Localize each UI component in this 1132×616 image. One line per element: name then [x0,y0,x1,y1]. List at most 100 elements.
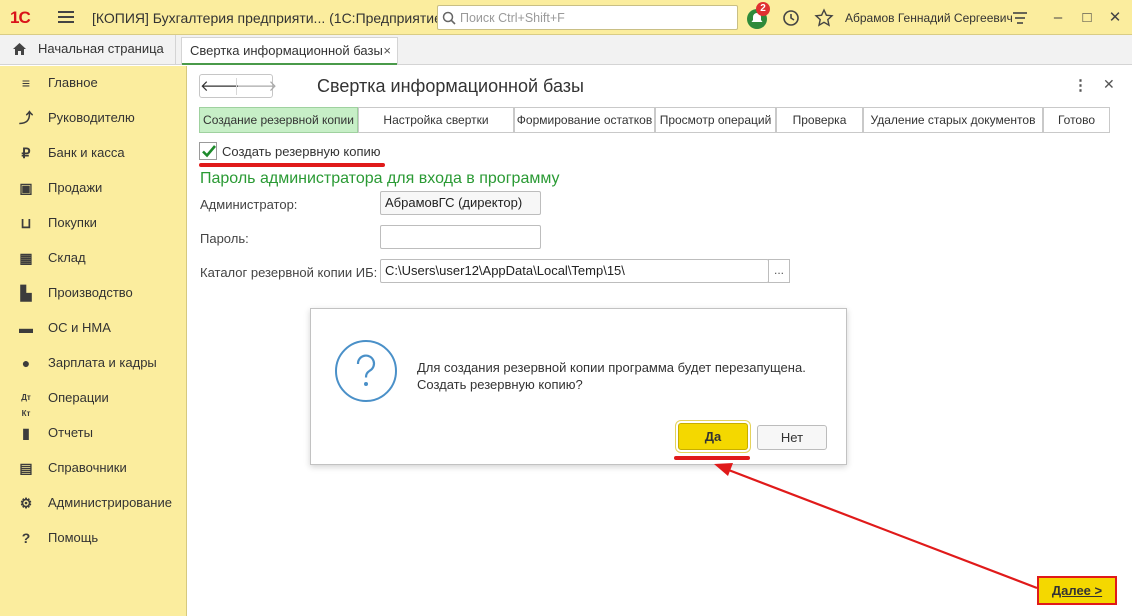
cart-icon: ⊔ [20,215,32,231]
sidebar-item-bank[interactable]: ₽ Банк и касса [0,136,186,171]
sidebar-item-label: Отчеты [48,425,93,440]
title-bar: 1С [КОПИЯ] Бухгалтерия предприяти... (1С… [0,0,1132,35]
next-button[interactable]: Далее > [1037,576,1117,605]
bar-chart-icon: ▮ [22,425,30,441]
gear-icon: ⚙ [19,495,33,511]
tab-rollup[interactable]: Свертка информационной базы × [181,37,398,65]
sidebar-item-label: Помощь [48,530,99,545]
sidebar-item-manager[interactable]: ⤴ Руководителю [0,101,186,136]
sidebar: ≡ Главное ⤴ Руководителю ₽ Банк и касса … [0,66,187,616]
sidebar-item-operations[interactable]: Дт Кт Операции [0,381,186,418]
step-check[interactable]: Проверка [776,107,863,133]
sidebar-item-label: Склад [48,250,86,265]
step-settings[interactable]: Настройка свертки [358,107,514,133]
sidebar-item-label: Администрирование [48,495,172,510]
history-icon[interactable] [781,8,801,28]
app-logo[interactable]: 1С [10,8,31,28]
highlight-underline [199,163,385,167]
ruble-icon: ₽ [21,145,31,161]
back-arrow-icon[interactable]: 🡐 [200,76,240,98]
admin-field[interactable]: АбрамовГС (директор) [380,191,541,215]
question-icon: ? [21,530,31,546]
bag-icon: ▣ [19,180,33,196]
backup-dir-label: Каталог резервной копии ИБ: [200,265,378,280]
sidebar-item-label: Производство [48,285,133,300]
tab-rollup-label: Свертка информационной базы [190,43,383,58]
forward-arrow-icon[interactable]: 🡒 [237,76,277,98]
search-icon [442,11,456,25]
trend-icon: ⤴ [19,110,33,126]
yes-button[interactable]: Да [678,423,748,450]
user-name[interactable]: Абрамов Геннадий Сергеевич [845,11,1013,25]
tab-close-icon[interactable]: × [383,38,391,64]
tabs-bar: Начальная страница Свертка информационно… [0,35,1132,65]
browse-button[interactable]: ... [768,259,790,283]
history-nav: 🡐 🡒 [199,74,277,98]
highlight-underline [674,456,750,460]
page-title: Свертка информационной базы [317,76,584,96]
search-placeholder: Поиск Ctrl+Shift+F [460,11,565,25]
sidebar-item-warehouse[interactable]: ▦ Склад [0,241,186,276]
sidebar-item-label: Главное [48,75,98,90]
warehouse-icon: ▦ [19,250,33,266]
sidebar-item-production[interactable]: ▙ Производство [0,276,186,311]
backup-dir-field[interactable]: C:\Users\user12\AppData\Local\Temp\15\ [380,259,769,283]
tab-home[interactable]: Начальная страница [0,35,176,64]
dialog-message-line2: Создать резервную копию? [417,377,583,392]
admin-label: Администратор: [200,197,298,212]
sidebar-item-label: Зарплата и кадры [48,355,157,370]
notifications-badge: 2 [756,2,770,16]
person-icon: ● [21,355,31,371]
step-review[interactable]: Просмотр операций [655,107,776,133]
password-section-title: Пароль администратора для входа в програ… [200,170,560,187]
menu-icon: ≡ [21,75,31,91]
factory-icon: ▙ [20,285,32,301]
search-input[interactable]: Поиск Ctrl+Shift+F [437,5,738,30]
sidebar-item-sales[interactable]: ▣ Продажи [0,171,186,206]
step-backup[interactable]: Создание резервной копии [199,107,358,133]
main-menu-icon[interactable] [58,11,74,24]
step-balances[interactable]: Формирование остатков [514,107,655,133]
sidebar-item-main[interactable]: ≡ Главное [0,66,186,101]
dt-kt-icon: Дт Кт [21,393,31,418]
window-title: [КОПИЯ] Бухгалтерия предприяти... (1С:Пр… [92,10,447,26]
checkmark-icon [202,145,216,158]
truck-icon: ▬ [19,320,33,336]
confirm-dialog: Для создания резервной копии программа б… [310,308,847,465]
sidebar-item-assets[interactable]: ▬ ОС и НМА [0,311,186,346]
sidebar-item-purchases[interactable]: ⊔ Покупки [0,206,186,241]
more-options-icon[interactable]: ⋮ [1073,76,1088,94]
books-icon: ▤ [19,460,33,476]
sidebar-item-label: Операции [48,390,109,405]
sidebar-item-label: Справочники [48,460,127,475]
sidebar-item-references[interactable]: ▤ Справочники [0,451,186,486]
minimize-button[interactable]: – [1048,8,1068,28]
question-icon [335,340,397,402]
sidebar-item-label: Банк и касса [48,145,125,160]
sidebar-item-label: Руководителю [48,110,135,125]
sidebar-item-label: Покупки [48,215,97,230]
no-button[interactable]: Нет [757,425,827,450]
close-window-button[interactable]: ✕ [1105,8,1125,28]
star-icon[interactable] [814,8,834,28]
home-icon [13,43,26,55]
settings-menu-icon[interactable] [1010,8,1030,28]
sidebar-item-reports[interactable]: ▮ Отчеты [0,416,186,451]
password-label: Пароль: [200,231,249,246]
step-done[interactable]: Готово [1043,107,1110,133]
sidebar-item-label: Продажи [48,180,103,195]
backup-checkbox-label[interactable]: Создать резервную копию [222,144,381,159]
sidebar-item-admin[interactable]: ⚙ Администрирование [0,486,186,521]
password-field[interactable] [380,225,541,249]
wizard-steps: Создание резервной копии Настройка сверт… [199,107,1110,133]
next-button-label: Далее > [1051,583,1103,598]
sidebar-item-label: ОС и НМА [48,320,111,335]
tab-home-label: Начальная страница [38,41,164,56]
dialog-message-line1: Для создания резервной копии программа б… [417,360,806,375]
step-delete-old[interactable]: Удаление старых документов [863,107,1043,133]
close-form-icon[interactable]: ✕ [1103,76,1115,93]
backup-checkbox[interactable] [199,142,217,160]
sidebar-item-help[interactable]: ? Помощь [0,521,186,556]
sidebar-item-salary[interactable]: ● Зарплата и кадры [0,346,186,381]
maximize-button[interactable]: □ [1077,8,1097,28]
